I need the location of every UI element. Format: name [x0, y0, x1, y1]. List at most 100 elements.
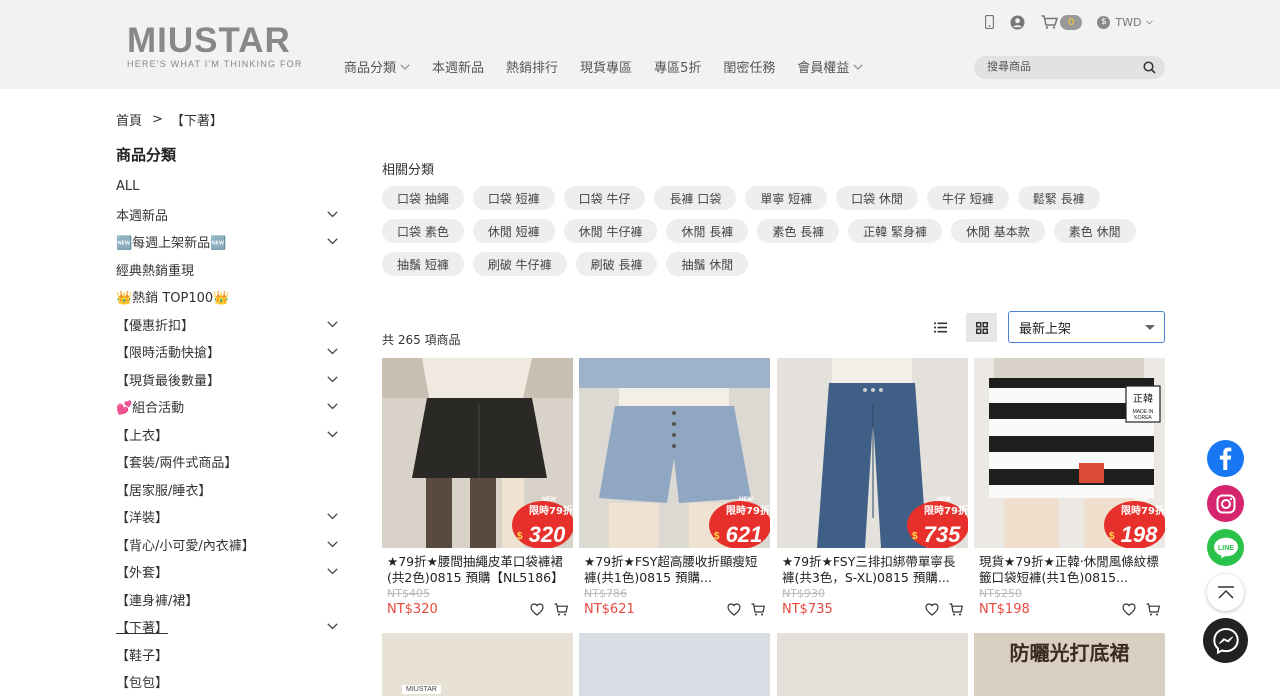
cart-icon[interactable]: 0 — [1041, 14, 1083, 30]
related-tag[interactable]: 休閒 短褲 — [472, 219, 555, 243]
instagram-button[interactable] — [1207, 485, 1244, 522]
related-tag[interactable]: 鬆緊 長褲 — [1017, 186, 1100, 210]
product-card[interactable]: 防曬光打底裙 — [974, 633, 1165, 696]
chevron-down-icon[interactable] — [327, 348, 338, 355]
mobile-icon[interactable] — [985, 15, 994, 29]
currency-selector[interactable]: $ TWD — [1097, 15, 1154, 29]
product-image[interactable]: MIUSTAR — [382, 633, 573, 696]
sidebar-item[interactable]: 【下著】 — [116, 613, 342, 641]
heart-icon[interactable] — [1122, 603, 1136, 616]
add-to-cart-icon[interactable] — [751, 603, 765, 616]
related-tag[interactable]: 長褲 口袋 — [654, 186, 737, 210]
product-image[interactable] — [579, 633, 770, 696]
nav-item[interactable]: 熱銷排行 — [506, 57, 558, 76]
related-tag[interactable]: 口袋 牛仔 — [563, 186, 646, 210]
line-button[interactable]: LINE — [1207, 529, 1244, 566]
sidebar-item[interactable]: 【上衣】 — [116, 421, 342, 449]
product-image[interactable]: NEW 限時79折 $621 — [579, 358, 770, 548]
related-tag[interactable]: 刷破 牛仔褲 — [472, 252, 567, 276]
sidebar-item[interactable]: 【外套】 — [116, 558, 342, 586]
search-icon[interactable] — [1143, 61, 1156, 78]
sidebar-item[interactable]: 【套裝/兩件式商品】 — [116, 448, 342, 476]
related-tag[interactable]: 休閒 基本款 — [950, 219, 1045, 243]
chevron-down-icon[interactable] — [327, 211, 338, 218]
nav-item[interactable]: 閨密任務 — [723, 57, 775, 76]
add-to-cart-icon[interactable] — [949, 603, 963, 616]
related-tag[interactable]: 口袋 休閒 — [836, 186, 918, 210]
sidebar-item[interactable]: 【背心/小可愛/內衣褲】 — [116, 531, 342, 559]
brand-logo[interactable]: MIUSTAR HERE'S WHAT I'M THINKING FOR — [127, 22, 307, 70]
sidebar-item[interactable]: 👑熱銷 TOP100👑 — [116, 283, 342, 311]
chevron-down-icon[interactable] — [327, 321, 338, 328]
product-card[interactable] — [579, 633, 770, 696]
chevron-down-icon[interactable] — [327, 238, 338, 245]
chevron-down-icon[interactable] — [327, 623, 338, 630]
user-icon[interactable] — [1010, 15, 1025, 30]
related-tag[interactable]: 休閒 牛仔褲 — [563, 219, 658, 243]
messenger-button[interactable] — [1203, 618, 1248, 663]
sort-select[interactable]: 最新上架 — [1008, 311, 1165, 343]
sidebar-item[interactable]: ALL — [116, 173, 342, 201]
list-view-button[interactable] — [926, 313, 955, 342]
sidebar-item[interactable]: 經典熱銷重現 — [116, 256, 342, 284]
sidebar-item[interactable]: 【連身褲/裙】 — [116, 586, 342, 614]
related-tag[interactable]: 抽鬚 休閒 — [666, 252, 749, 276]
nav-item[interactable]: 專區5折 — [654, 57, 701, 76]
add-to-cart-icon[interactable] — [554, 603, 568, 616]
related-tag[interactable]: 抽鬚 短褲 — [382, 252, 464, 276]
facebook-button[interactable] — [1207, 440, 1244, 477]
product-card[interactable]: 正韓 MADE IN KOREA NEW 限時79折 $198 現貨★79折★正韓‧休閒風條… — [974, 358, 1165, 617]
search-input[interactable] — [987, 60, 1137, 73]
sidebar-item[interactable]: 【洋裝】 — [116, 503, 342, 531]
nav-item[interactable]: 會員權益 — [797, 57, 863, 76]
product-name[interactable]: ★79折★腰間抽繩皮革口袋褲裙(共2色)0815 預購【NL5186】 — [387, 554, 568, 586]
related-tag[interactable]: 口袋 短褲 — [472, 186, 555, 210]
related-tag[interactable]: 休閒 長褲 — [666, 219, 749, 243]
nav-item[interactable]: 本週新品 — [432, 57, 484, 76]
back-to-top-button[interactable] — [1207, 574, 1244, 611]
sidebar-item[interactable]: 【限時活動快搶】 — [116, 338, 342, 366]
nav-item[interactable]: 現貨專區 — [580, 57, 632, 76]
product-image[interactable]: NEW 限時79折 $735 — [777, 358, 968, 548]
product-image[interactable]: NEW 限時79折 $320 — [382, 358, 573, 548]
related-tag[interactable]: 牛仔 短褲 — [926, 186, 1009, 210]
product-card[interactable] — [777, 633, 968, 696]
product-name[interactable]: 現貨★79折★正韓‧休閒風條紋標籤口袋短褲(共1色)0815... — [979, 554, 1160, 586]
related-tag[interactable]: 口袋 素色 — [382, 219, 464, 243]
heart-icon[interactable] — [727, 603, 741, 616]
sidebar-item[interactable]: 【居家服/睡衣】 — [116, 476, 342, 504]
product-card[interactable]: MIUSTAR — [382, 633, 573, 696]
related-tag[interactable]: 素色 長褲 — [757, 219, 840, 243]
chevron-down-icon[interactable] — [327, 431, 338, 438]
sidebar-item[interactable]: 💕組合活動 — [116, 393, 342, 421]
heart-icon[interactable] — [530, 603, 544, 616]
related-tag[interactable]: 刷破 長褲 — [575, 252, 658, 276]
product-card[interactable]: NEW 限時79折 $735 ★79折★FSY三排扣綁帶單寧長褲(共3色，S-XL)0… — [777, 358, 968, 617]
chevron-down-icon[interactable] — [327, 541, 338, 548]
product-image[interactable] — [777, 633, 968, 696]
product-image[interactable]: 正韓 MADE IN KOREA NEW 限時79折 $198 — [974, 358, 1165, 548]
related-tag[interactable]: 素色 休閒 — [1053, 219, 1136, 243]
product-name[interactable]: ★79折★FSY超高腰收折顯瘦短褲(共1色)0815 預購... — [584, 554, 765, 586]
chevron-down-icon[interactable] — [327, 513, 338, 520]
product-name[interactable]: ★79折★FSY三排扣綁帶單寧長褲(共3色，S-XL)0815 預購... — [782, 554, 963, 586]
product-card[interactable]: NEW 限時79折 $320 ★79折★腰間抽繩皮革口袋褲裙(共2色)0815 預購【… — [382, 358, 573, 617]
product-image[interactable]: 防曬光打底裙 — [974, 633, 1165, 696]
grid-view-button[interactable] — [966, 313, 997, 342]
related-tag[interactable]: 口袋 抽繩 — [382, 186, 464, 210]
related-tag[interactable]: 單寧 短褲 — [745, 186, 828, 210]
sidebar-item[interactable]: 【鞋子】 — [116, 641, 342, 669]
breadcrumb-home[interactable]: 首頁 — [116, 110, 142, 129]
sidebar-item[interactable]: 本週新品 — [116, 201, 342, 229]
sidebar-item[interactable]: 🆕每週上架新品🆕 — [116, 228, 342, 256]
sidebar-item[interactable]: 【包包】 — [116, 668, 342, 696]
chevron-down-icon[interactable] — [327, 403, 338, 410]
heart-icon[interactable] — [925, 603, 939, 616]
related-tag[interactable]: 正韓 緊身褲 — [848, 219, 942, 243]
add-to-cart-icon[interactable] — [1146, 603, 1160, 616]
sidebar-item[interactable]: 【優惠折扣】 — [116, 311, 342, 339]
chevron-down-icon[interactable] — [327, 376, 338, 383]
product-card[interactable]: NEW 限時79折 $621 ★79折★FSY超高腰收折顯瘦短褲(共1色)0815 預… — [579, 358, 770, 617]
chevron-down-icon[interactable] — [327, 568, 338, 575]
sidebar-item[interactable]: 【現貨最後數量】 — [116, 366, 342, 394]
